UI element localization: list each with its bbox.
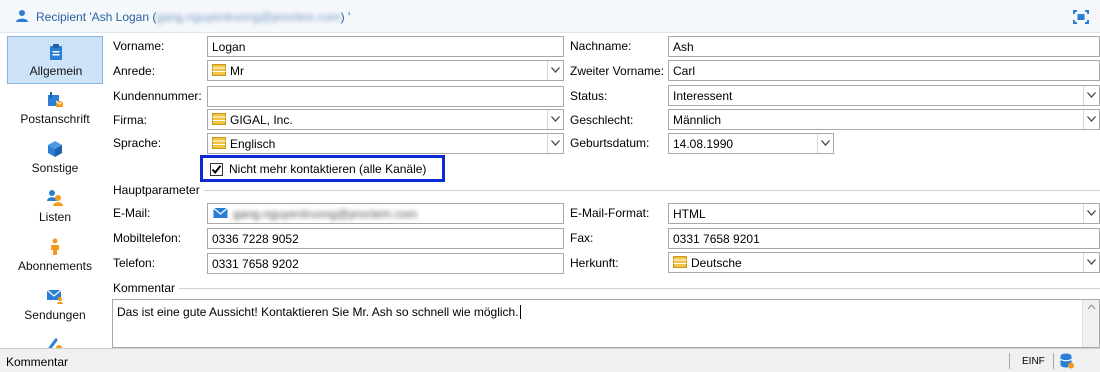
email-field[interactable]: gang.nguyentruong@proclem.com: [207, 203, 564, 224]
checkmark-icon: [211, 165, 222, 175]
geschlecht-select[interactable]: Männlich: [668, 109, 1100, 130]
recipient-form: Vorname: Logan Nachname: Ash Anrede: Mr …: [107, 34, 1100, 348]
link-icon: [48, 338, 62, 348]
zweiter-vorname-label: Zweiter Vorname:: [570, 64, 665, 78]
chevron-down-icon[interactable]: [817, 134, 833, 153]
status-text: Kommentar: [6, 355, 69, 369]
database-icon[interactable]: [1060, 353, 1074, 369]
sidebar-item-link[interactable]: [7, 330, 103, 348]
sidebar-item-sendungen[interactable]: Sendungen: [7, 281, 103, 329]
fax-field[interactable]: 0331 7658 9201: [668, 228, 1100, 249]
sidebar-item-abonnements[interactable]: Abonnements: [7, 232, 103, 280]
kundennummer-label: Kundennummer:: [113, 89, 202, 103]
hauptparameter-heading: Hauptparameter: [113, 183, 204, 197]
sidebar-item-label: Allgemein: [29, 64, 83, 78]
vorname-field[interactable]: Logan: [207, 36, 564, 57]
sidebar-item-label: Postanschrift: [20, 112, 90, 126]
envelope-user-icon: [47, 289, 63, 304]
table-link-icon: [212, 64, 226, 76]
sprache-label: Sprache:: [113, 136, 162, 150]
mobiltelefon-label: Mobiltelefon:: [113, 231, 182, 245]
anrede-select[interactable]: Mr: [207, 60, 564, 81]
nachname-label: Nachname:: [570, 39, 632, 53]
nicht-kontaktieren-label[interactable]: Nicht mehr kontaktieren (alle Kanäle): [229, 162, 426, 176]
maximize-icon[interactable]: [1073, 10, 1089, 24]
table-link-icon: [673, 256, 687, 268]
chevron-down-icon[interactable]: [1083, 204, 1099, 223]
clipboard-icon: [50, 44, 62, 60]
vertical-scrollbar[interactable]: [1082, 300, 1099, 347]
nachname-field[interactable]: Ash: [668, 36, 1100, 57]
chevron-down-icon[interactable]: [547, 134, 563, 153]
table-link-icon: [212, 113, 226, 125]
anrede-label: Anrede:: [113, 64, 156, 78]
sidebar-item-sonstige[interactable]: Sonstige: [7, 134, 103, 182]
window-titlebar: Recipient 'Ash Logan (gang.nguyentruong@…: [0, 0, 1100, 33]
mailbox-icon: [48, 92, 63, 107]
person-icon: [51, 238, 59, 255]
table-link-icon: [212, 137, 226, 149]
user-icon: [16, 10, 28, 22]
chevron-down-icon[interactable]: [547, 61, 563, 80]
input-mode-indicator: EINF: [1022, 356, 1045, 367]
status-separator: [1009, 353, 1010, 369]
email-format-label: E-Mail-Format:: [570, 206, 650, 220]
zweiter-vorname-field[interactable]: Carl: [668, 60, 1100, 81]
mobiltelefon-field[interactable]: 0336 7228 9052: [207, 228, 564, 249]
chevron-down-icon[interactable]: [547, 110, 563, 129]
chevron-down-icon[interactable]: [1083, 110, 1099, 129]
firma-label: Firma:: [113, 113, 147, 127]
fax-label: Fax:: [570, 231, 594, 245]
herkunft-select[interactable]: Deutsche: [668, 252, 1100, 273]
firma-select[interactable]: GIGAL, Inc.: [207, 109, 564, 130]
geburtsdatum-label: Geburtsdatum:: [570, 136, 650, 150]
sidebar-item-label: Abonnements: [17, 259, 93, 273]
geburtsdatum-field[interactable]: 14.08.1990: [668, 133, 834, 154]
chevron-down-icon[interactable]: [1083, 86, 1099, 105]
herkunft-label: Herkunft:: [570, 256, 619, 270]
sidebar-item-postanschrift[interactable]: Postanschrift: [7, 85, 103, 133]
sidebar-item-listen[interactable]: Listen: [7, 183, 103, 231]
scroll-up-icon[interactable]: [1083, 302, 1100, 312]
telefon-field[interactable]: 0331 7658 9202: [207, 253, 564, 274]
kommentar-section: Kommentar: [113, 281, 1100, 295]
email-format-select[interactable]: HTML: [668, 203, 1100, 224]
kundennummer-field[interactable]: [207, 86, 564, 107]
people-icon: [47, 190, 63, 206]
sidebar-item-label: Listen: [38, 210, 72, 224]
envelope-icon[interactable]: [212, 207, 229, 219]
window-title: Recipient 'Ash Logan (gang.nguyentruong@…: [36, 10, 351, 24]
sidebar: Allgemein Postanschrift Sonstige Listen: [0, 34, 107, 348]
chevron-down-icon[interactable]: [1083, 253, 1099, 272]
kommentar-textarea[interactable]: Das ist eine gute Aussicht! Kontaktieren…: [112, 299, 1100, 348]
email-label: E-Mail:: [113, 206, 151, 220]
status-separator: [1053, 353, 1054, 369]
nicht-kontaktieren-highlight: Nicht mehr kontaktieren (alle Kanäle): [200, 155, 445, 182]
kommentar-heading: Kommentar: [113, 281, 180, 295]
sidebar-item-label: Sendungen: [24, 308, 86, 322]
status-select[interactable]: Interessent: [668, 85, 1100, 106]
sprache-select[interactable]: Englisch: [207, 133, 564, 154]
nicht-kontaktieren-checkbox[interactable]: [210, 163, 223, 176]
telefon-label: Telefon:: [113, 256, 156, 270]
geschlecht-label: Geschlecht:: [570, 113, 634, 127]
status-label: Status:: [570, 89, 608, 103]
sidebar-item-allgemein[interactable]: Allgemein: [7, 36, 103, 84]
statusbar: Kommentar EINF: [0, 348, 1100, 372]
hauptparameter-section: Hauptparameter: [113, 183, 1100, 197]
vorname-label: Vorname:: [113, 39, 165, 53]
sidebar-item-label: Sonstige: [31, 161, 79, 175]
cube-icon: [48, 141, 62, 157]
